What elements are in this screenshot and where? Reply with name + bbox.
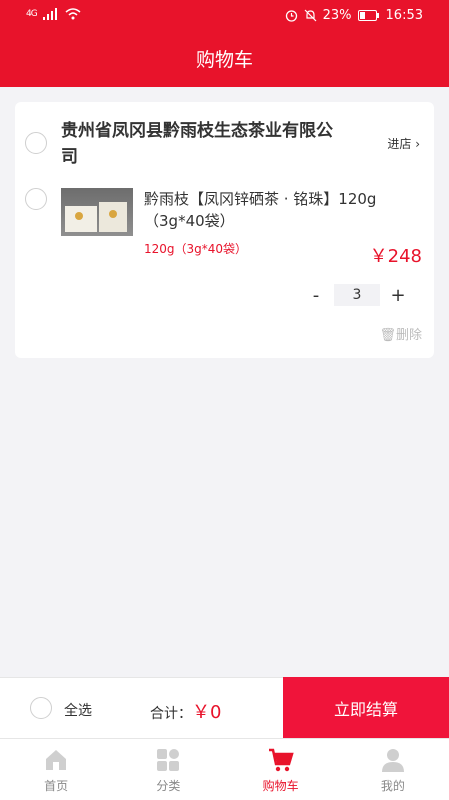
item-select-radio[interactable] xyxy=(25,188,47,210)
total-label: 合计： xyxy=(150,706,192,722)
quantity-stepper: - 3 + xyxy=(298,284,416,306)
tab-mine-label: 我的 xyxy=(380,779,405,793)
tab-bar: 首页 分类 购物车 我的 xyxy=(0,738,449,800)
home-icon xyxy=(46,750,67,770)
tab-category[interactable]: 分类 xyxy=(112,739,224,800)
product-price: ￥248 xyxy=(369,246,422,267)
chevron-right-icon: › xyxy=(415,137,420,151)
tab-mine[interactable]: 我的 xyxy=(337,739,449,800)
battery-percent: 23% xyxy=(322,8,352,23)
delete-button[interactable]: 🗑删除 xyxy=(379,324,422,343)
cart-icon xyxy=(268,748,294,772)
total-amount: ￥0 xyxy=(192,702,222,723)
alarm-icon xyxy=(285,10,297,22)
product-spec: 120g（3g*40袋） xyxy=(144,242,248,256)
enter-shop-label: 进店 xyxy=(387,137,412,151)
decrease-button[interactable]: - xyxy=(298,285,334,306)
signal-icon xyxy=(42,8,57,20)
app-header: 4G 23% 16:53 购物车 xyxy=(0,0,449,87)
shop-select-radio[interactable] xyxy=(25,132,47,154)
user-icon xyxy=(381,749,404,772)
enter-shop-link[interactable]: 进店 › xyxy=(387,135,420,152)
tab-cart[interactable]: 购物车 xyxy=(225,739,337,800)
category-icon xyxy=(157,749,180,771)
status-bar: 4G 23% 16:53 xyxy=(0,0,449,32)
network-label: 4G xyxy=(26,9,38,19)
cart-shop-card: 贵州省凤冈县黔雨枝生态茶业有限公司 进店 › 黔雨枝【凤冈锌硒茶 · 铭珠】12… xyxy=(15,102,434,358)
tab-home-label: 首页 xyxy=(44,779,69,793)
tab-home[interactable]: 首页 xyxy=(0,739,112,800)
checkout-button[interactable]: 立即结算 xyxy=(283,677,449,739)
shop-name[interactable]: 贵州省凤冈县黔雨枝生态茶业有限公司 xyxy=(61,118,341,170)
select-all-radio[interactable] xyxy=(30,697,52,719)
total-display: 合计：￥0 xyxy=(150,698,221,724)
increase-button[interactable]: + xyxy=(380,285,416,306)
mute-icon xyxy=(304,9,317,22)
product-name[interactable]: 黔雨枝【凤冈锌硒茶 · 铭珠】120g（3g*40袋） xyxy=(144,188,384,232)
select-all-label[interactable]: 全选 xyxy=(64,700,92,720)
tab-category-label: 分类 xyxy=(156,779,181,793)
delete-label: 删除 xyxy=(395,328,422,343)
product-thumbnail[interactable] xyxy=(61,188,133,236)
tab-cart-label: 购物车 xyxy=(262,779,299,793)
checkout-bar: 全选 合计：￥0 立即结算 xyxy=(0,677,449,739)
wifi-icon xyxy=(65,8,81,20)
clock: 16:53 xyxy=(385,8,423,23)
page-title: 购物车 xyxy=(195,49,253,71)
battery-icon xyxy=(357,10,379,21)
trash-icon: 🗑 xyxy=(379,328,396,343)
quantity-input[interactable]: 3 xyxy=(334,284,380,306)
